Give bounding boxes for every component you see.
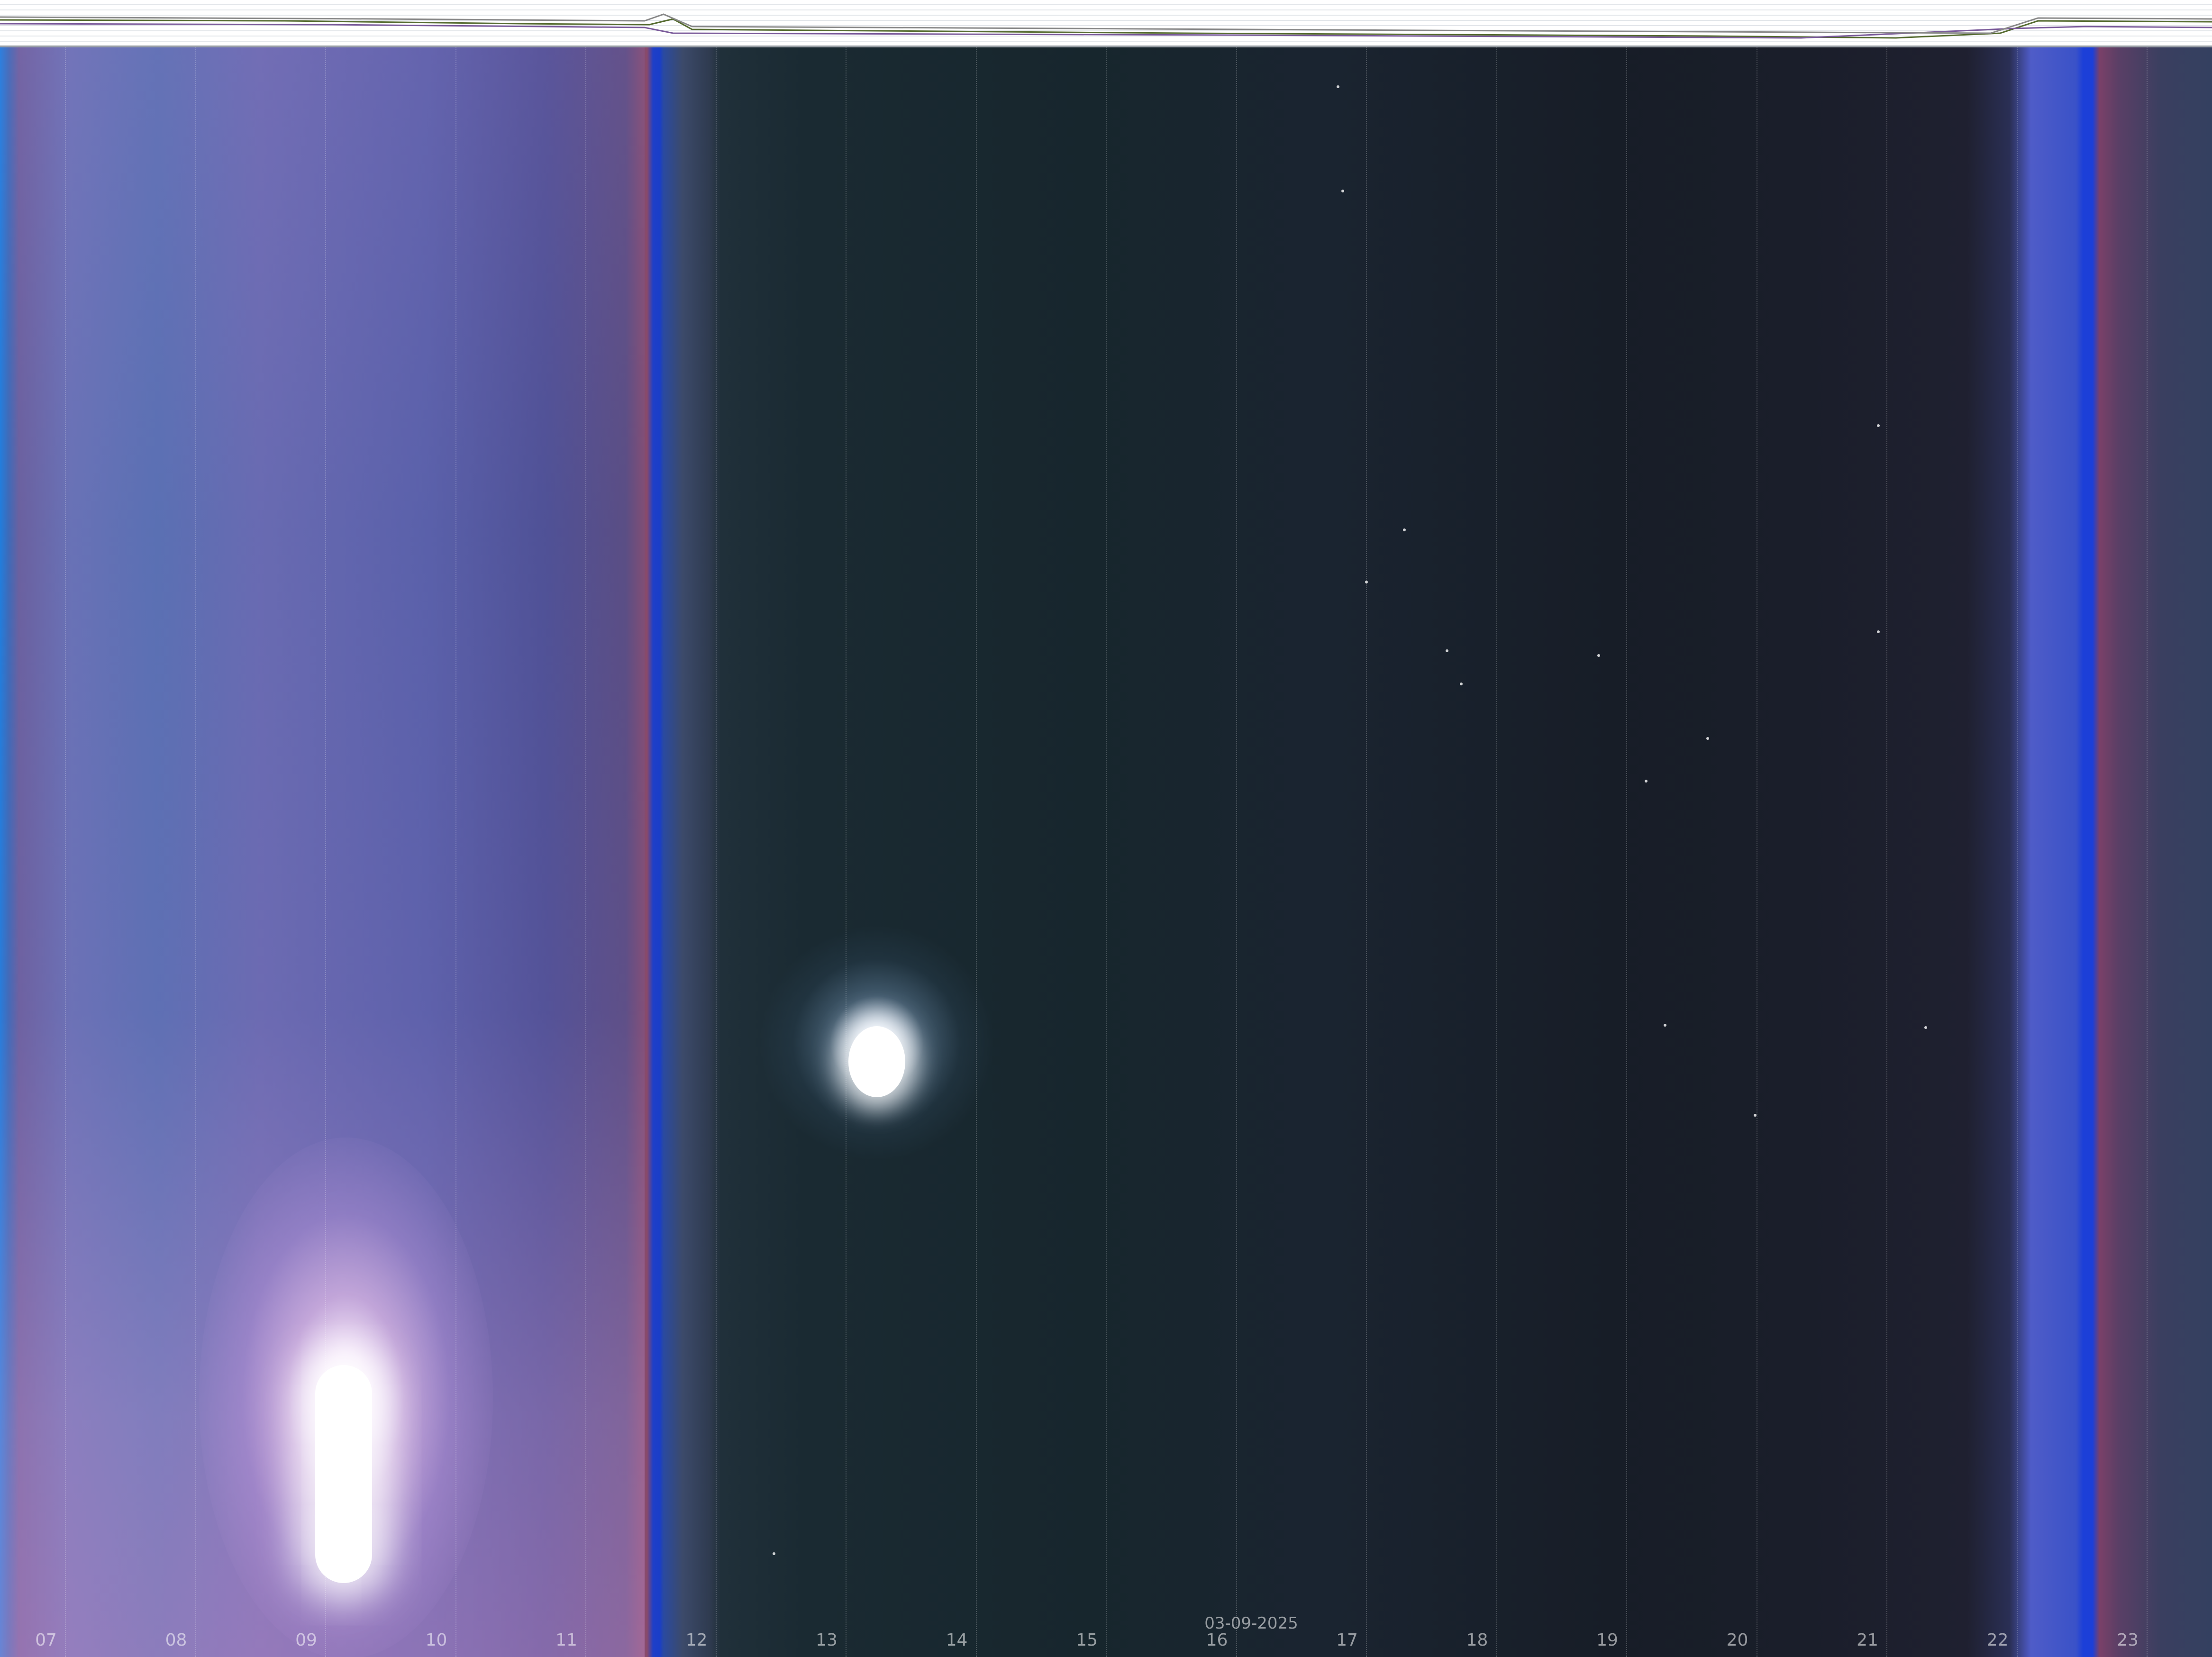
hour-gridline [2147, 47, 2148, 1657]
hour-gridline [1626, 47, 1627, 1657]
star [1706, 737, 1709, 740]
hour-gridline [585, 47, 586, 1657]
sensor-graph-strip [0, 0, 2212, 47]
hour-label: 09 [295, 1630, 317, 1650]
hour-gridline [65, 47, 66, 1657]
keogram-image: 0708091011121314151617181920212223000102… [0, 0, 2212, 1657]
hour-gridline [715, 47, 717, 1657]
star [1924, 1026, 1927, 1029]
hour-label: 15 [1076, 1630, 1098, 1650]
star [1460, 683, 1463, 685]
hour-label: 10 [425, 1630, 447, 1650]
hour-gridline [1106, 47, 1107, 1657]
hour-gridline [1366, 47, 1367, 1657]
star [1403, 528, 1406, 531]
star [1597, 654, 1600, 657]
hour-gridline [1236, 47, 1237, 1657]
sensor-graph [0, 4, 2212, 42]
hour-label: 17 [1336, 1630, 1358, 1650]
date-label: 03-09-2025 [1204, 1614, 1298, 1633]
hour-label: 14 [946, 1630, 968, 1650]
moon-trail [848, 1026, 905, 1097]
star [1877, 630, 1880, 633]
hour-gridline [1886, 47, 1887, 1657]
hour-gridline [975, 47, 977, 1657]
hour-label: 16 [1206, 1630, 1228, 1650]
star [1446, 649, 1448, 652]
hour-gridline [325, 47, 326, 1657]
hour-gridline [1496, 47, 1497, 1657]
hour-label: 23 [2117, 1630, 2139, 1650]
hour-label: 20 [1726, 1630, 1748, 1650]
hour-gridline [455, 47, 456, 1657]
star [1341, 190, 1344, 192]
star [1877, 424, 1880, 427]
hour-label: 21 [1857, 1630, 1878, 1650]
hour-label: 11 [555, 1630, 577, 1650]
star [1645, 780, 1648, 783]
keogram-panel: 0708091011121314151617181920212223000102… [0, 47, 2212, 1657]
star [1664, 1024, 1666, 1027]
star [1337, 85, 1339, 88]
hour-label: 22 [1986, 1630, 2009, 1650]
hour-label: 19 [1596, 1630, 1618, 1650]
hour-label: 07 [35, 1630, 57, 1650]
star [773, 1552, 775, 1555]
hour-gridline [195, 47, 196, 1657]
hour-label: 12 [685, 1630, 708, 1650]
hour-gridline [846, 47, 847, 1657]
hour-label: 08 [165, 1630, 187, 1650]
star [1754, 1114, 1757, 1117]
star [1365, 581, 1368, 583]
hour-label: 13 [816, 1630, 837, 1650]
hour-label: 18 [1466, 1630, 1488, 1650]
hour-gridline [2016, 47, 2018, 1657]
sun-trail [315, 1365, 372, 1583]
